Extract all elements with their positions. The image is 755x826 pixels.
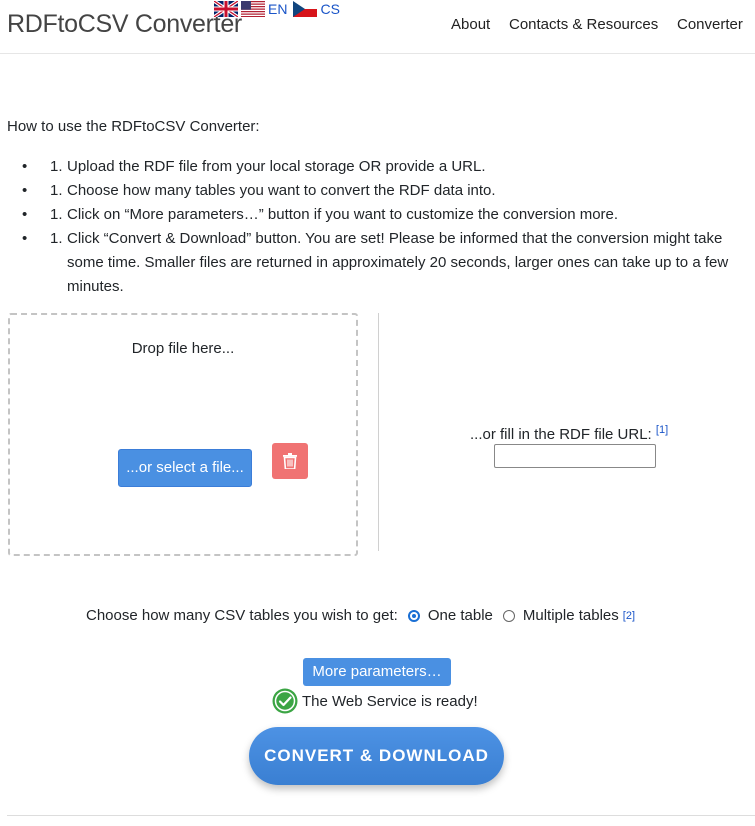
status-text: The Web Service is ready! <box>302 692 478 710</box>
lang-en-link[interactable]: EN <box>268 1 287 17</box>
list-item: • 1. Choose how many tables you want to … <box>22 179 738 203</box>
list-item: • 1. Click on “More parameters…” button … <box>22 203 738 227</box>
footer-divider <box>7 815 755 816</box>
check-circle-icon <box>272 688 298 714</box>
instructions-intro: How to use the RDFtoCSV Converter: <box>7 118 260 135</box>
column-divider <box>378 313 379 551</box>
tables-choice: Choose how many CSV tables you wish to g… <box>86 607 635 624</box>
step-text: Choose how many tables you want to conve… <box>67 182 496 199</box>
language-switcher: EN CS <box>214 1 346 17</box>
tables-footnote-link[interactable]: [2] <box>623 610 635 622</box>
top-navbar: RDFtoCSV Converter EN CS About Contacts … <box>0 0 755 54</box>
czech-flag-icon[interactable] <box>293 1 318 17</box>
url-footnote-link[interactable]: [1] <box>656 424 668 436</box>
nav-converter[interactable]: Converter <box>677 16 743 33</box>
file-dropzone[interactable]: Drop file here... ...or select a file... <box>8 313 358 556</box>
more-parameters-button[interactable]: More parameters… <box>303 658 451 686</box>
lang-cs-link[interactable]: CS <box>320 1 339 17</box>
tables-choice-label: Choose how many CSV tables you wish to g… <box>86 607 398 624</box>
bullet-icon: • <box>22 230 28 247</box>
url-label: ...or fill in the RDF file URL: [1] <box>470 424 668 443</box>
list-item: • 1. Click “Convert & Download” button. … <box>22 227 738 299</box>
brand-title[interactable]: RDFtoCSV Converter <box>7 10 242 39</box>
uk-flag-icon[interactable] <box>214 1 238 17</box>
step-text: Click on “More parameters…” button if yo… <box>67 206 619 223</box>
step-text: Click “Convert & Download” button. You a… <box>67 230 729 295</box>
step-number: 1. <box>50 182 63 199</box>
instructions-list: • 1. Upload the RDF file from your local… <box>0 155 738 299</box>
step-text: Upload the RDF file from your local stor… <box>67 158 486 175</box>
rdf-url-input[interactable] <box>494 444 656 468</box>
step-number: 1. <box>50 158 63 175</box>
drop-file-text: Drop file here... <box>131 340 235 357</box>
bullet-icon: • <box>22 158 28 175</box>
one-table-radio[interactable] <box>407 609 420 622</box>
multiple-tables-label[interactable]: Multiple tables <box>523 607 619 624</box>
select-file-button[interactable]: ...or select a file... <box>118 449 252 487</box>
nav-contacts-resources[interactable]: Contacts & Resources <box>509 16 658 33</box>
bullet-icon: • <box>22 182 28 199</box>
us-flag-icon[interactable] <box>241 1 265 17</box>
convert-download-button[interactable]: CONVERT & DOWNLOAD <box>249 727 504 785</box>
list-item: • 1. Upload the RDF file from your local… <box>22 155 738 179</box>
delete-file-button[interactable] <box>272 443 308 479</box>
step-number: 1. <box>50 206 63 223</box>
nav-about[interactable]: About <box>451 16 490 33</box>
service-status: The Web Service is ready! <box>272 688 478 714</box>
bullet-icon: • <box>22 206 28 223</box>
step-number: 1. <box>50 230 63 247</box>
url-label-text: ...or fill in the RDF file URL: <box>470 426 652 443</box>
multiple-tables-radio[interactable] <box>502 609 515 622</box>
trash-icon <box>283 453 297 469</box>
one-table-label[interactable]: One table <box>428 607 493 624</box>
